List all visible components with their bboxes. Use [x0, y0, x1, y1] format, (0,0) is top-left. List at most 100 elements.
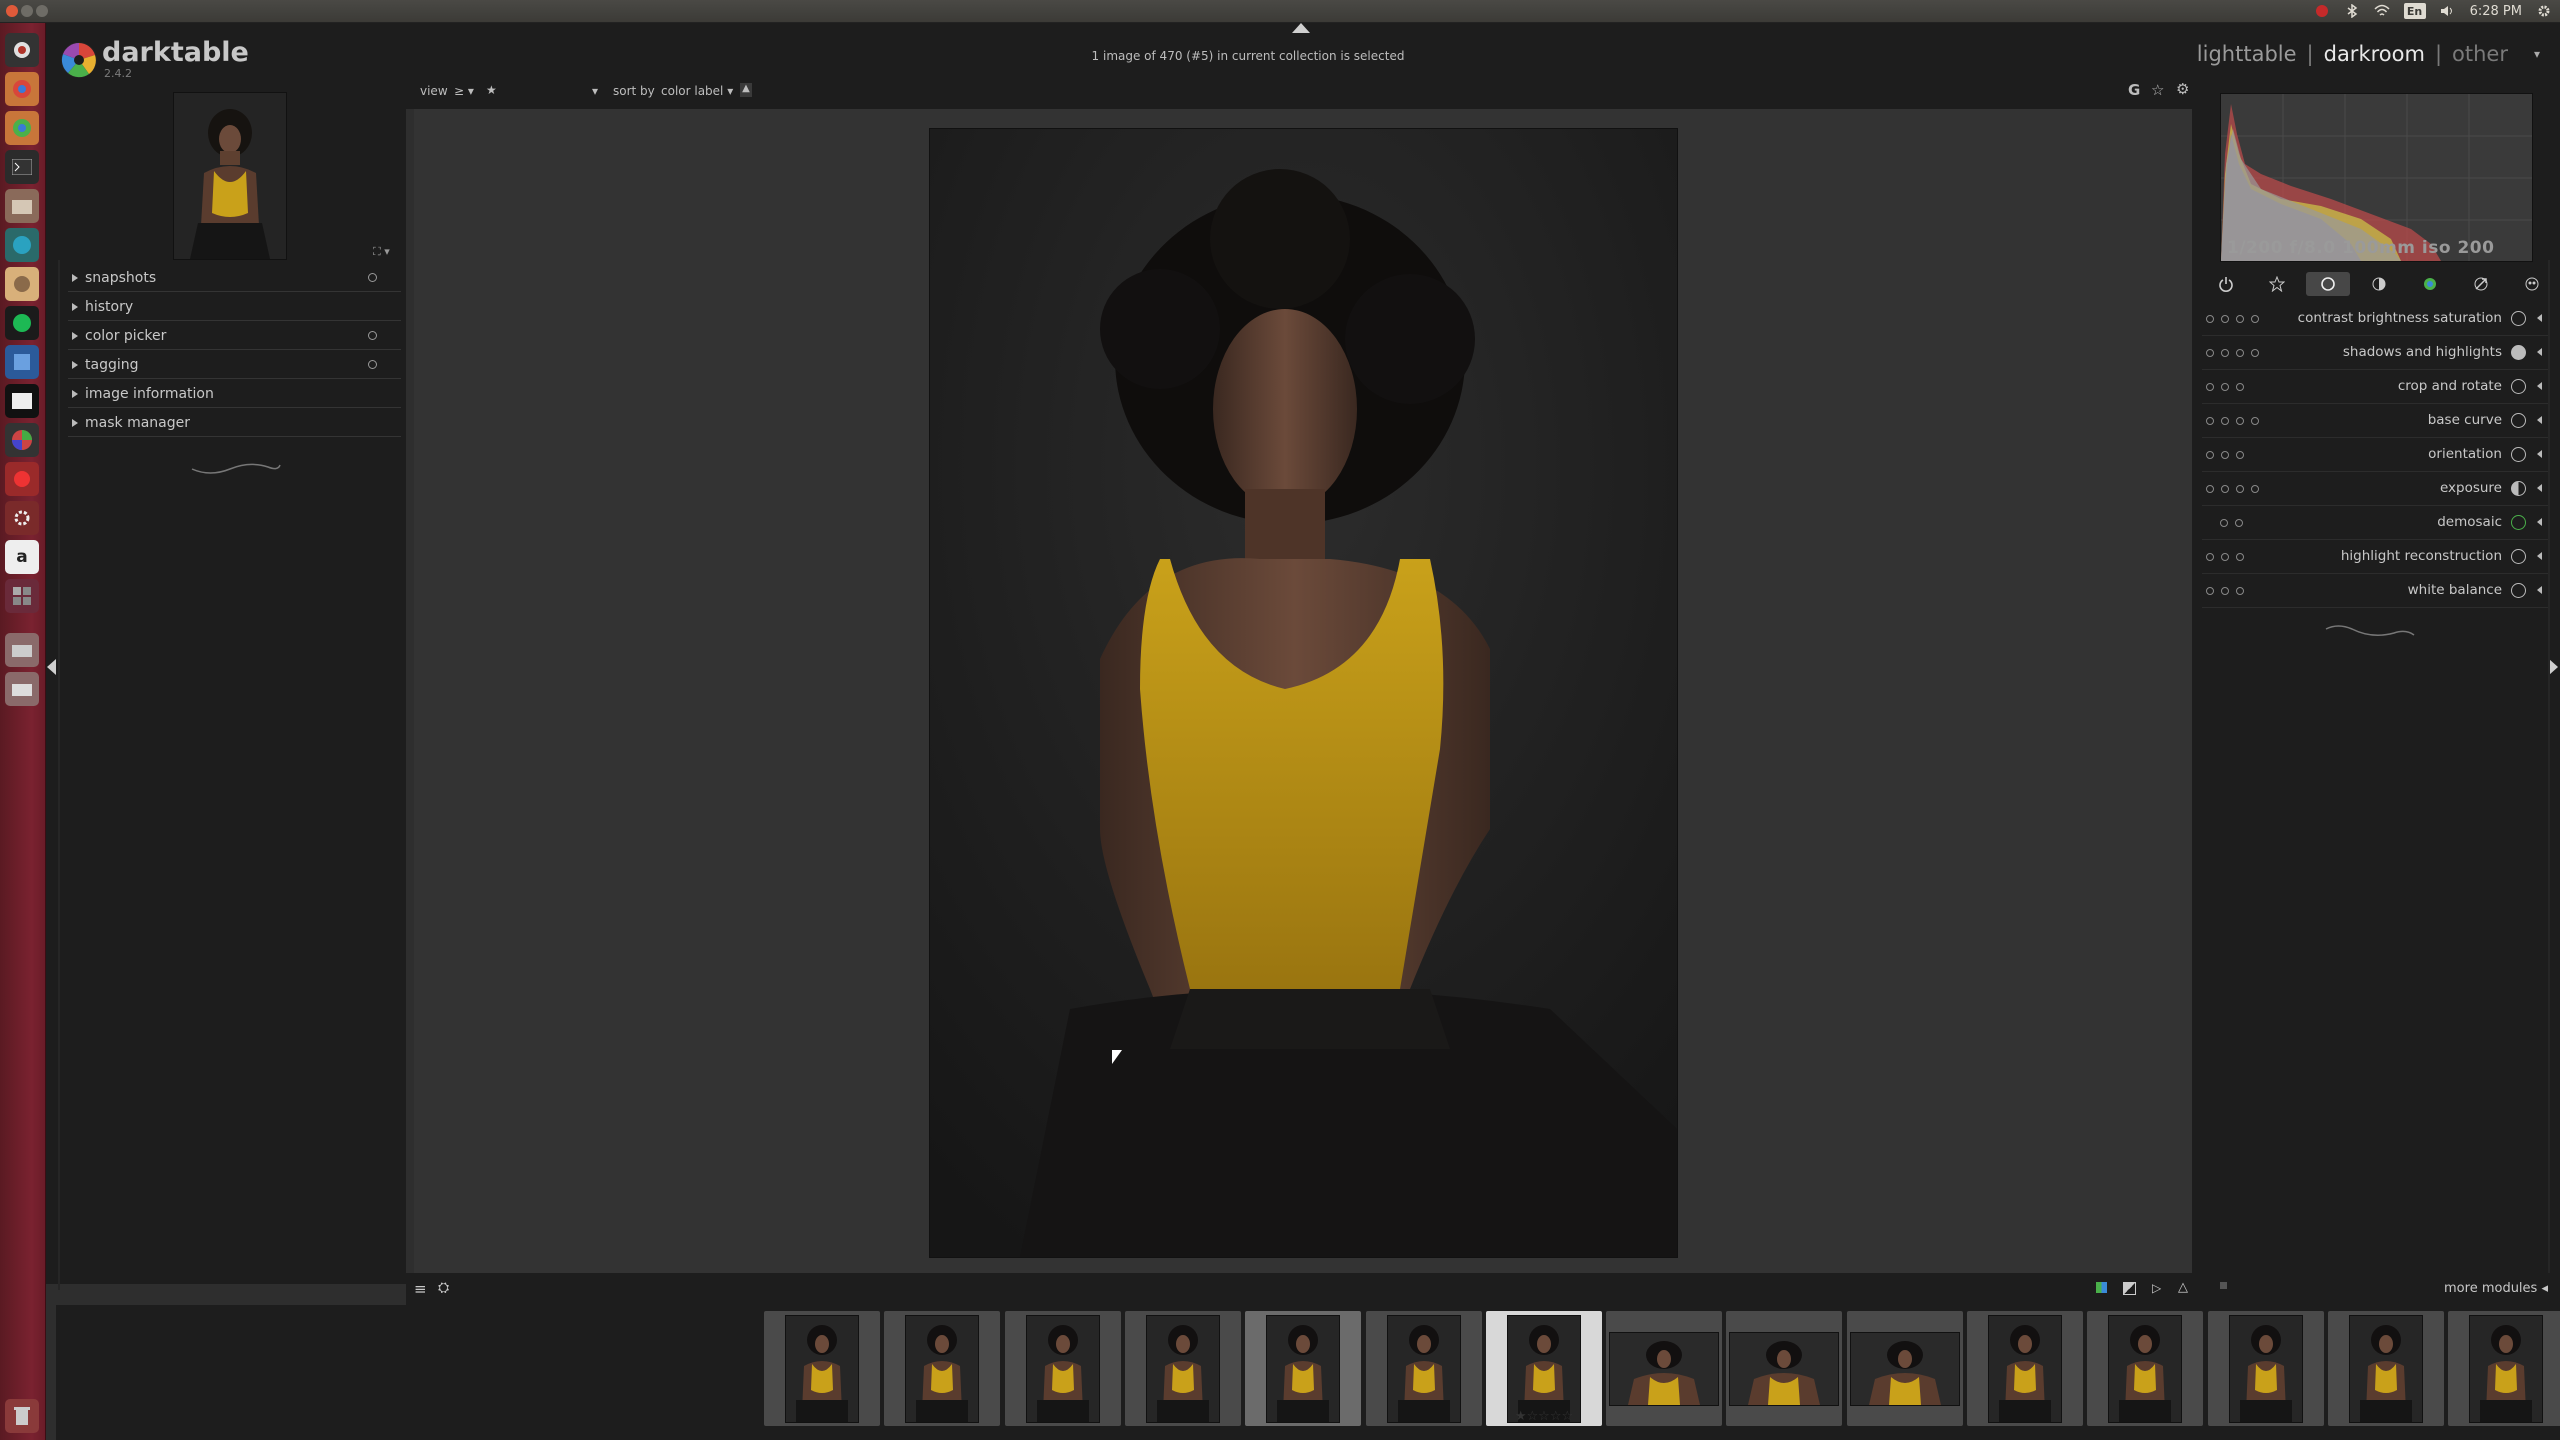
launcher-browser-icon[interactable]: [5, 228, 39, 262]
view-darkroom[interactable]: darkroom: [2324, 42, 2425, 66]
launcher-drive-icon[interactable]: [5, 633, 39, 667]
launcher-gimp-icon[interactable]: [5, 267, 39, 301]
module-tagging[interactable]: tagging: [68, 351, 401, 379]
module-snapshots[interactable]: snapshots: [68, 264, 401, 292]
filmstrip-thumb[interactable]: [1125, 1311, 1241, 1426]
module-controls[interactable]: [2206, 553, 2244, 561]
view-lighttable[interactable]: lighttable: [2197, 42, 2297, 66]
chevron-down-icon[interactable]: ▾: [2534, 47, 2540, 61]
correct-group-icon[interactable]: [2459, 272, 2503, 296]
filmstrip-thumb[interactable]: [764, 1311, 880, 1426]
expand-arrow-icon[interactable]: [2537, 382, 2542, 390]
more-modules-toggle-icon[interactable]: [2220, 1282, 2227, 1289]
launcher-spotify-icon[interactable]: [5, 306, 39, 340]
filmstrip-thumb[interactable]: [1847, 1311, 1963, 1426]
module-crop-and-rotate[interactable]: crop and rotate: [2202, 371, 2550, 404]
chevron-down-icon[interactable]: ▾: [592, 84, 598, 98]
filmstrip-thumb[interactable]: [1726, 1311, 1842, 1426]
rating-comparator-dropdown[interactable]: ≥ ▾: [454, 84, 474, 98]
launcher-darktable-icon[interactable]: [5, 423, 39, 457]
expand-arrow-icon[interactable]: [2537, 314, 2542, 322]
module-contrast-brightness-saturation[interactable]: contrast brightness saturation: [2202, 303, 2550, 336]
expand-arrow-icon[interactable]: [2537, 348, 2542, 356]
expand-arrow-icon[interactable]: [2537, 450, 2542, 458]
menu-lines-icon[interactable]: ≡: [414, 1280, 427, 1298]
module-controls[interactable]: [2220, 519, 2243, 527]
launcher-files-icon[interactable]: [5, 189, 39, 223]
reset-icon[interactable]: [368, 331, 377, 340]
module-image-information[interactable]: image information: [68, 380, 401, 408]
reset-icon[interactable]: [368, 273, 377, 282]
filmstrip-thumb[interactable]: [2208, 1311, 2324, 1426]
softproof-icon[interactable]: [2096, 1282, 2107, 1293]
module-controls[interactable]: [2206, 451, 2244, 459]
collapse-right-panel-icon[interactable]: [2549, 659, 2558, 675]
record-icon[interactable]: [2314, 3, 2330, 19]
sort-order-toggle-icon[interactable]: ▲: [740, 83, 752, 97]
rating-stars[interactable]: ★☆☆☆☆: [1486, 1409, 1602, 1424]
reset-icon[interactable]: [368, 360, 377, 369]
module-base-curve[interactable]: base curve: [2202, 405, 2550, 438]
tone-group-half-circle-icon[interactable]: [2357, 272, 2401, 296]
launcher-virtualbox-icon[interactable]: [5, 345, 39, 379]
filmstrip-thumb[interactable]: [1005, 1311, 1121, 1426]
wifi-icon[interactable]: [2374, 3, 2390, 19]
right-scrollbar[interactable]: [2548, 260, 2550, 1290]
expand-arrow-icon[interactable]: [2537, 484, 2542, 492]
module-mask-manager[interactable]: mask manager: [68, 409, 401, 437]
launcher-trash-icon[interactable]: [5, 1399, 39, 1433]
filmstrip-thumb[interactable]: [2087, 1311, 2203, 1426]
module-controls[interactable]: [2206, 315, 2259, 323]
keyboard-layout-indicator[interactable]: En: [2403, 3, 2426, 19]
filmstrip-thumb[interactable]: [2328, 1311, 2444, 1426]
module-orientation[interactable]: orientation: [2202, 439, 2550, 472]
module-controls[interactable]: [2206, 349, 2259, 357]
collapse-top-panel-icon[interactable]: [1292, 23, 1310, 33]
module-demosaic[interactable]: demosaic: [2202, 507, 2550, 540]
color-group-icon[interactable]: [2408, 272, 2452, 296]
collapse-left-panel-icon[interactable]: [47, 659, 56, 675]
launcher-workspaces-icon[interactable]: [5, 579, 39, 613]
close-window-button[interactable]: [6, 5, 18, 17]
launcher-terminal-icon[interactable]: [5, 150, 39, 184]
launcher-home-icon[interactable]: [5, 33, 39, 67]
view-other[interactable]: other: [2452, 42, 2508, 66]
filmstrip-thumb[interactable]: [2448, 1311, 2560, 1426]
launcher-record-icon[interactable]: [5, 462, 39, 496]
module-controls[interactable]: [2206, 417, 2259, 425]
launcher-chrome-beta-icon[interactable]: [5, 111, 39, 145]
volume-icon[interactable]: [2440, 3, 2456, 19]
filmstrip-thumb[interactable]: [1245, 1311, 1361, 1426]
maximize-window-button[interactable]: [36, 5, 48, 17]
module-highlight-reconstruction[interactable]: highlight reconstruction: [2202, 541, 2550, 574]
filmstrip-thumb[interactable]: [884, 1311, 1000, 1426]
minimize-window-button[interactable]: [21, 5, 33, 17]
sort-dropdown[interactable]: color label ▾: [661, 84, 733, 98]
module-controls[interactable]: [2206, 587, 2244, 595]
main-image[interactable]: [929, 128, 1678, 1258]
clock[interactable]: 6:28 PM: [2470, 4, 2522, 19]
module-shadows-and-highlights[interactable]: shadows and highlights: [2202, 337, 2550, 370]
settings-gear-icon[interactable]: [2536, 3, 2552, 19]
power-icon[interactable]: [2204, 272, 2248, 296]
module-history[interactable]: history: [68, 293, 401, 321]
gamut-check-icon[interactable]: [2123, 1282, 2136, 1295]
module-controls[interactable]: [2206, 383, 2244, 391]
more-modules-button[interactable]: more modules ◂: [2444, 1281, 2548, 1296]
rating-filter-dropdown[interactable]: ★: [486, 83, 497, 97]
overlay-star-icon[interactable]: ☆: [2151, 81, 2164, 99]
expand-arrow-icon[interactable]: [2537, 552, 2542, 560]
favourites-star-icon[interactable]: [2255, 272, 2299, 296]
launcher-chrome-icon[interactable]: [5, 72, 39, 106]
basic-group-circle-icon[interactable]: [2306, 272, 2350, 296]
module-white-balance[interactable]: white balance: [2202, 575, 2550, 608]
launcher-settings-icon[interactable]: [5, 501, 39, 535]
module-controls[interactable]: [2206, 485, 2259, 493]
filmstrip-thumb[interactable]: ★☆☆☆☆: [1486, 1311, 1602, 1426]
module-color-picker[interactable]: color picker: [68, 322, 401, 350]
filmstrip-thumb[interactable]: [1366, 1311, 1482, 1426]
grouping-icon[interactable]: G: [2128, 81, 2140, 99]
filmstrip-thumb[interactable]: [1606, 1311, 1722, 1426]
histogram[interactable]: 1/200 f/8.0 100mm iso 200: [2220, 93, 2533, 262]
module-exposure[interactable]: exposure: [2202, 473, 2550, 506]
